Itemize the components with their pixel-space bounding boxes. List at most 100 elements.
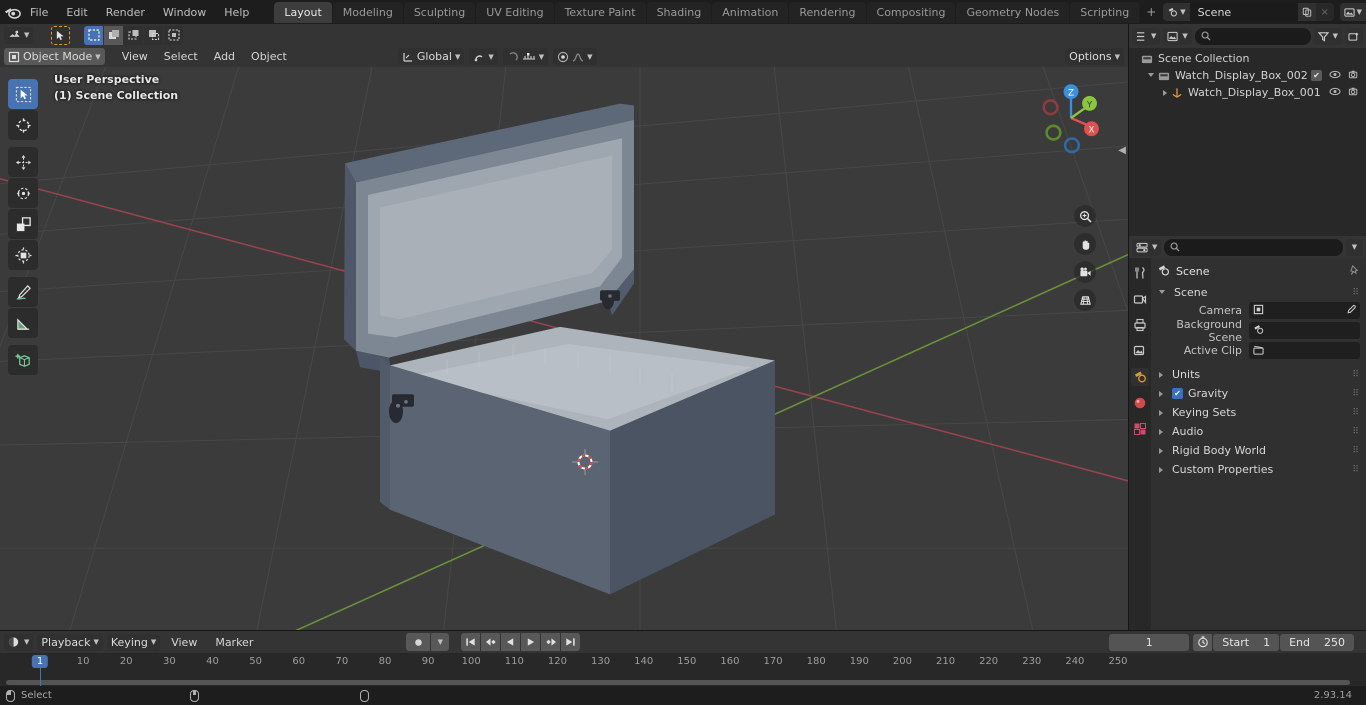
menu-edit[interactable]: Edit <box>57 3 96 22</box>
navigation-axis-gizmo[interactable]: Z X Y <box>1032 79 1110 157</box>
end-frame-field[interactable]: End 250 <box>1280 633 1354 651</box>
add-workspace-button[interactable]: + <box>1139 1 1163 23</box>
menu-file[interactable]: File <box>21 3 57 22</box>
properties-editor-type[interactable]: ▼ <box>1132 238 1162 256</box>
tweak-tool[interactable] <box>8 79 38 109</box>
outliner-editor-type[interactable]: ▼ <box>1132 27 1161 45</box>
cursor-tool[interactable] <box>8 110 38 140</box>
properties-search-input[interactable] <box>1164 238 1343 256</box>
jump-start-icon[interactable] <box>461 633 481 651</box>
next-keyframe-icon[interactable] <box>541 633 561 651</box>
scale-tool[interactable] <box>8 209 38 239</box>
workspace-tab-rendering[interactable]: Rendering <box>789 1 866 23</box>
property-field-camera[interactable] <box>1249 302 1360 319</box>
outliner-search-input[interactable] <box>1194 27 1311 45</box>
properties-options-dropdown[interactable]: ▼ <box>1346 238 1363 256</box>
options-dropdown[interactable]: Options ▼ <box>1065 48 1124 65</box>
measure-tool[interactable] <box>8 308 38 338</box>
eye-icon[interactable] <box>1329 86 1341 100</box>
menu-help[interactable]: Help <box>215 3 258 22</box>
play-reverse-icon[interactable] <box>501 633 521 651</box>
render-tab[interactable] <box>1131 290 1149 308</box>
annotate-tool[interactable] <box>8 277 38 307</box>
select-subtract-icon[interactable] <box>144 25 164 45</box>
toggle-perspective-icon[interactable] <box>1074 289 1096 311</box>
select-difference-icon[interactable] <box>164 25 184 45</box>
output-tab[interactable] <box>1131 316 1149 334</box>
auto-keying-button[interactable] <box>406 633 431 651</box>
transform-orientation-selector[interactable]: Global ▼ <box>397 48 465 65</box>
chevron-right-icon[interactable] <box>1159 390 1163 397</box>
editor-type-selector[interactable]: ▼ <box>4 26 34 44</box>
timeline-scrollbar[interactable] <box>6 680 1350 685</box>
new-collection-button[interactable] <box>1345 27 1363 45</box>
outliner-row[interactable]: Watch_Display_Box_001 <box>1129 84 1366 101</box>
scene-panel-header[interactable]: Scene ⠿ <box>1157 283 1360 302</box>
sidebar-collapse-arrow[interactable]: ◀ <box>1118 145 1126 156</box>
scene-icon[interactable]: ▼ <box>1163 3 1190 21</box>
workspace-tab-scripting[interactable]: Scripting <box>1070 1 1140 23</box>
workspace-tab-uv-editing[interactable]: UV Editing <box>476 1 554 23</box>
view-layer-selector[interactable]: ▼ View Layer × <box>1339 3 1366 21</box>
workspace-tab-animation[interactable]: Animation <box>712 1 789 23</box>
jump-end-icon[interactable] <box>561 633 581 651</box>
view-layer-tab[interactable] <box>1131 342 1149 360</box>
chevron-right-icon[interactable] <box>1159 447 1163 454</box>
blender-logo-icon[interactable] <box>4 2 21 22</box>
timeline-marker-menu[interactable]: Marker <box>208 634 260 651</box>
timeline-view-menu[interactable]: View <box>164 634 204 651</box>
workspace-tab-layout[interactable]: Layout <box>274 1 332 23</box>
playback-menu[interactable]: Playback ▼ <box>37 633 103 651</box>
rotate-tool[interactable] <box>8 178 38 208</box>
outliner-display-mode[interactable]: ▼ <box>1163 27 1192 45</box>
chevron-right-icon[interactable] <box>1163 89 1167 96</box>
menu-render[interactable]: Render <box>97 3 154 22</box>
snap-toggle[interactable]: ▼ <box>469 48 498 65</box>
tool-tab[interactable] <box>1131 264 1149 282</box>
workspace-tab-compositing[interactable]: Compositing <box>866 1 956 23</box>
proportional-editing-toggle[interactable]: ▼ <box>553 48 597 65</box>
view-layer-icon[interactable]: ▼ <box>1339 3 1366 21</box>
outliner-row[interactable]: Scene Collection <box>1129 50 1366 67</box>
scene-selector[interactable]: ▼ Scene × <box>1163 3 1334 21</box>
new-scene-button[interactable] <box>1297 3 1316 21</box>
scene-tab[interactable] <box>1131 368 1149 386</box>
eye-icon[interactable] <box>1329 69 1341 83</box>
transform-tool[interactable] <box>8 240 38 270</box>
scene-name[interactable]: Scene <box>1189 3 1298 21</box>
menu-window[interactable]: Window <box>154 3 215 22</box>
chevron-down-icon[interactable] <box>1148 73 1154 80</box>
active-tool-indicator[interactable] <box>51 25 71 45</box>
eyedropper-icon[interactable] <box>1345 304 1356 318</box>
property-section-audio[interactable]: Audio ⠿ <box>1157 422 1360 441</box>
chevron-right-icon[interactable] <box>1159 466 1163 473</box>
zoom-icon[interactable] <box>1074 205 1096 227</box>
viewport-menu-object[interactable]: Object <box>244 48 294 65</box>
pin-icon[interactable] <box>1349 264 1360 279</box>
chevron-right-icon[interactable] <box>1159 409 1163 416</box>
pan-hand-icon[interactable] <box>1074 233 1096 255</box>
chevron-right-icon[interactable] <box>1159 371 1163 378</box>
workspace-tab-modeling[interactable]: Modeling <box>332 1 403 23</box>
viewport-menu-view[interactable]: View <box>115 48 155 65</box>
3d-viewport[interactable]: User Perspective (1) Scene Collection Z … <box>0 67 1128 630</box>
workspace-tab-texture-paint[interactable]: Texture Paint <box>554 1 646 23</box>
snap-settings[interactable]: ▼ <box>502 48 549 65</box>
outliner-row[interactable]: Watch_Display_Box_002 ✔ <box>1129 67 1366 84</box>
timeline-playhead[interactable]: 1 <box>31 655 49 668</box>
play-icon[interactable] <box>521 633 541 651</box>
property-section-units[interactable]: Units ⠿ <box>1157 365 1360 384</box>
camera-icon[interactable] <box>1348 86 1360 100</box>
outliner-checkbox[interactable]: ✔ <box>1311 70 1322 81</box>
viewport-menu-add[interactable]: Add <box>207 48 242 65</box>
outliner-filter-button[interactable]: ▼ <box>1313 27 1342 45</box>
camera-view-icon[interactable] <box>1074 261 1096 283</box>
keying-menu[interactable]: Keying ▼ <box>106 633 161 651</box>
texture-tab[interactable] <box>1131 420 1149 438</box>
auto-keying-dropdown[interactable]: ▼ <box>431 633 450 651</box>
preview-range-icon[interactable] <box>1193 633 1213 651</box>
timeline-editor-type[interactable]: ▼ <box>4 633 34 651</box>
workspace-tab-geometry-nodes[interactable]: Geometry Nodes <box>956 1 1070 23</box>
object-mode-selector[interactable]: Object Mode ▼ <box>4 48 105 65</box>
prev-keyframe-icon[interactable] <box>481 633 501 651</box>
